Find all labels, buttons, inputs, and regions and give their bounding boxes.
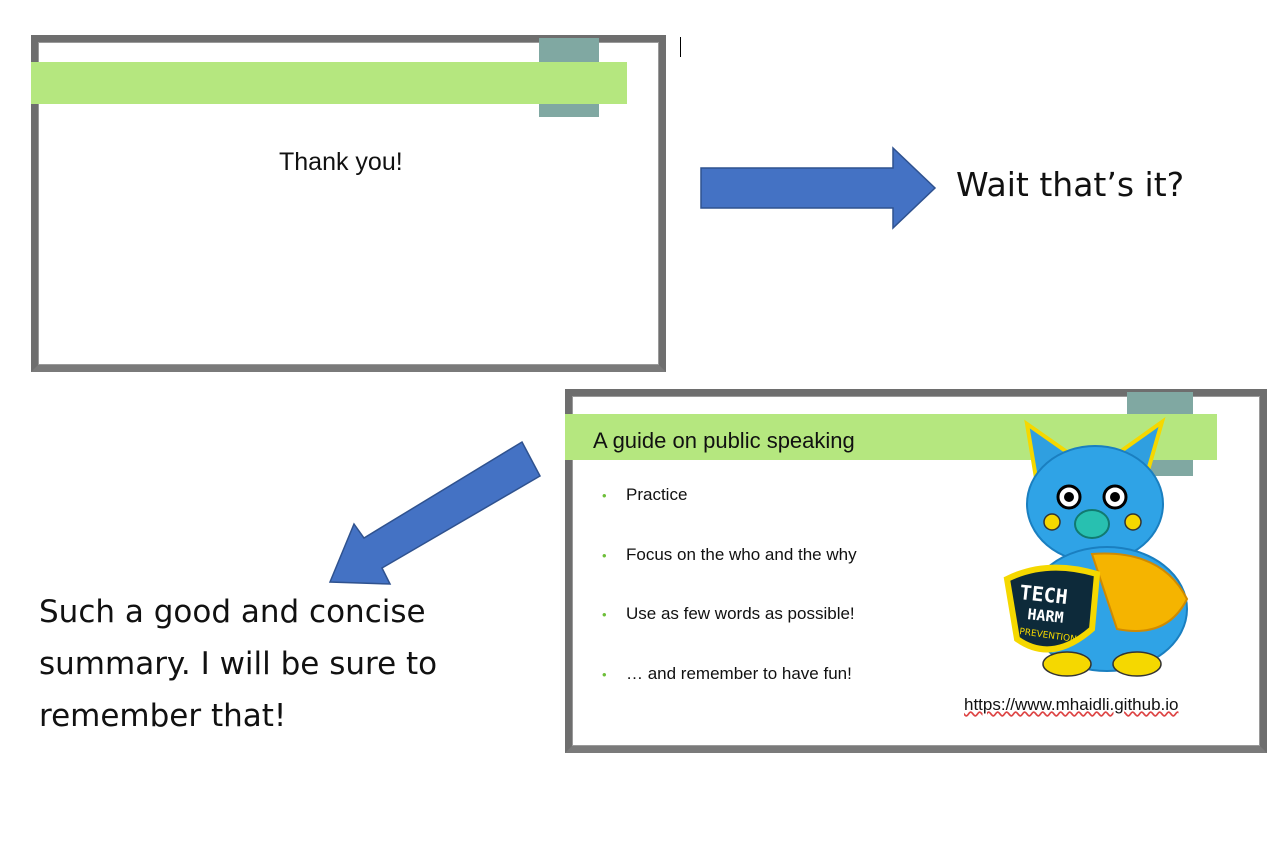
bullet-dot-icon: • <box>602 548 607 563</box>
text-cursor <box>680 37 681 57</box>
bullet-item: • Practice <box>602 485 687 505</box>
bullet-item: • … and remember to have fun! <box>602 664 852 684</box>
bullet-text: … and remember to have fun! <box>626 664 852 683</box>
arrow-down-left-icon <box>328 440 541 585</box>
bullet-dot-icon: • <box>602 667 607 682</box>
bullet-item: • Use as few words as possible! <box>602 604 855 624</box>
arrow-right-icon <box>700 146 937 230</box>
slide-title: Thank you! <box>279 148 403 176</box>
bullet-text: Focus on the who and the why <box>626 545 857 564</box>
bullet-text: Practice <box>626 485 688 504</box>
badge-line-harm: HARM <box>1027 605 1065 627</box>
bullet-dot-icon: • <box>602 607 607 622</box>
reaction-caption-2: Such a good and concise summary. I will … <box>39 594 438 734</box>
bullet-text: Use as few words as possible! <box>626 604 855 623</box>
reaction-caption-1: Wait that’s it? <box>956 165 1185 204</box>
slide-thank-you: Thank you! <box>31 35 666 372</box>
title-bar <box>31 62 627 104</box>
bullet-dot-icon: • <box>602 488 607 503</box>
alpaca-mascot-icon: TECH HARM PREVENTION <box>1003 417 1189 677</box>
badge-line-tech: TECH <box>1018 580 1068 609</box>
website-link: https://www.mhaidli.github.io <box>964 695 1179 714</box>
slide-title: A guide on public speaking <box>593 428 855 453</box>
bullet-item: • Focus on the who and the why <box>602 545 857 565</box>
slide-public-speaking-guide: A guide on public speaking • Practice • Fo… <box>565 389 1267 753</box>
